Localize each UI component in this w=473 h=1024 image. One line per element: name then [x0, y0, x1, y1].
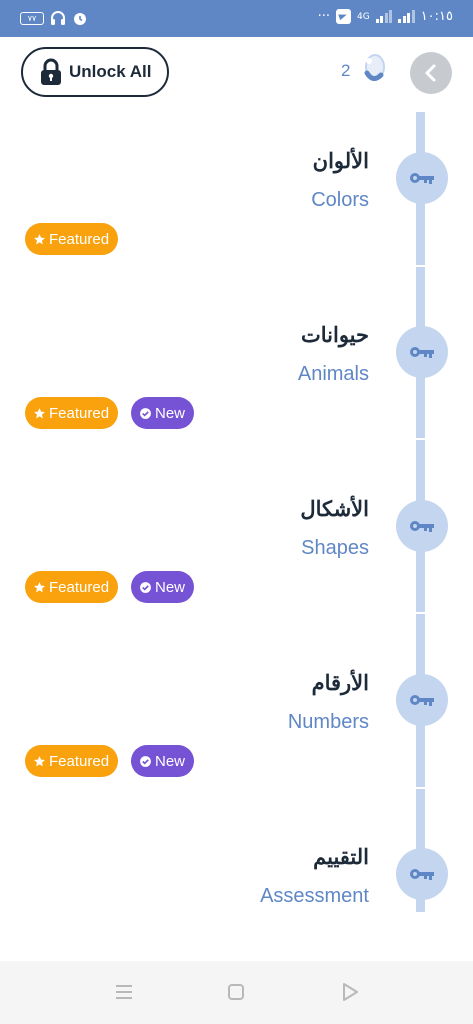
- star-icon: [34, 581, 45, 592]
- chevron-left-icon: [425, 64, 436, 82]
- featured-badge: Featured: [25, 397, 118, 429]
- lesson-item-shapes[interactable]: الأشكال Shapes Featured New: [0, 460, 473, 634]
- lesson-key-button[interactable]: [396, 674, 448, 726]
- star-icon: [34, 233, 45, 244]
- key-icon: [410, 173, 434, 184]
- featured-label: Featured: [49, 752, 110, 770]
- key-icon: [364, 54, 385, 81]
- network-type: 4G: [356, 11, 370, 22]
- lesson-key-button[interactable]: [396, 500, 448, 552]
- status-bar: ٧٧ ··· 4G ١٠:١٥: [0, 0, 473, 37]
- featured-label: Featured: [49, 578, 110, 596]
- headphones-icon: [51, 11, 65, 25]
- alarm-icon: [74, 13, 86, 25]
- lesson-key-button[interactable]: [396, 152, 448, 204]
- lesson-title-english: Animals: [297, 363, 369, 385]
- new-label: New: [155, 752, 186, 770]
- verified-icon: [140, 407, 151, 419]
- lesson-item-assessment[interactable]: التقييم Assessment: [0, 808, 473, 982]
- featured-label: Featured: [49, 230, 110, 248]
- system-nav-bar: [0, 961, 473, 1024]
- back-button[interactable]: [410, 52, 452, 94]
- lesson-badges: Featured: [25, 223, 118, 255]
- lesson-badges: Featured New: [25, 745, 194, 777]
- more-notifications-indicator: ···: [317, 9, 330, 24]
- back-icon[interactable]: [339, 981, 361, 1003]
- telegram-icon: [335, 9, 351, 24]
- lesson-key-button[interactable]: [396, 848, 448, 900]
- lock-icon: [41, 58, 61, 85]
- battery-indicator: ٧٧: [20, 11, 44, 25]
- new-label: New: [155, 578, 186, 596]
- lesson-title-english: Numbers: [287, 711, 369, 733]
- home-icon[interactable]: [225, 981, 247, 1003]
- lesson-title-arabic: الأرقام: [311, 670, 369, 695]
- lesson-item-colors[interactable]: الألوان Colors Featured: [0, 112, 473, 286]
- lesson-title-english: Assessment: [260, 885, 369, 907]
- key-count: 2: [341, 61, 351, 80]
- header: Unlock All 2: [0, 37, 473, 112]
- lesson-title-arabic: التقييم: [313, 844, 369, 869]
- lesson-key-button[interactable]: [396, 326, 448, 378]
- signal-icon: [375, 10, 393, 23]
- signal-icon-2: [398, 10, 415, 23]
- status-right: ··· 4G ١٠:١٥: [318, 9, 453, 24]
- status-left: ٧٧: [20, 10, 88, 26]
- lesson-badges: Featured New: [25, 571, 194, 603]
- lesson-title-english: Colors: [311, 189, 369, 211]
- key-icon: [410, 521, 434, 532]
- featured-label: Featured: [49, 404, 110, 422]
- lesson-badges: Featured New: [25, 397, 194, 429]
- new-label: New: [155, 404, 186, 422]
- featured-badge: Featured: [25, 223, 118, 255]
- verified-icon: [140, 581, 151, 593]
- verified-icon: [140, 755, 151, 767]
- key-icon: [410, 347, 434, 358]
- featured-badge: Featured: [25, 745, 118, 777]
- new-badge: New: [131, 571, 194, 603]
- menu-icon[interactable]: [113, 981, 135, 1003]
- lesson-title-arabic: الألوان: [312, 148, 369, 173]
- lesson-item-numbers[interactable]: الأرقام Numbers Featured New: [0, 634, 473, 808]
- lesson-title-english: Shapes: [301, 537, 369, 559]
- new-badge: New: [131, 397, 194, 429]
- star-icon: [34, 407, 45, 418]
- lesson-title-arabic: الأشكال: [300, 496, 369, 521]
- featured-badge: Featured: [25, 571, 118, 603]
- key-icon: [410, 869, 434, 880]
- clock: ١٠:١٥: [420, 9, 453, 24]
- lesson-title-arabic: حيوانات: [300, 322, 369, 347]
- lesson-item-animals[interactable]: حيوانات Animals Featured New: [0, 286, 473, 460]
- new-badge: New: [131, 745, 194, 777]
- key-icon: [410, 695, 434, 706]
- star-icon: [34, 755, 45, 766]
- unlock-all-button[interactable]: Unlock All: [21, 47, 169, 97]
- unlock-all-label: Unlock All: [69, 62, 152, 81]
